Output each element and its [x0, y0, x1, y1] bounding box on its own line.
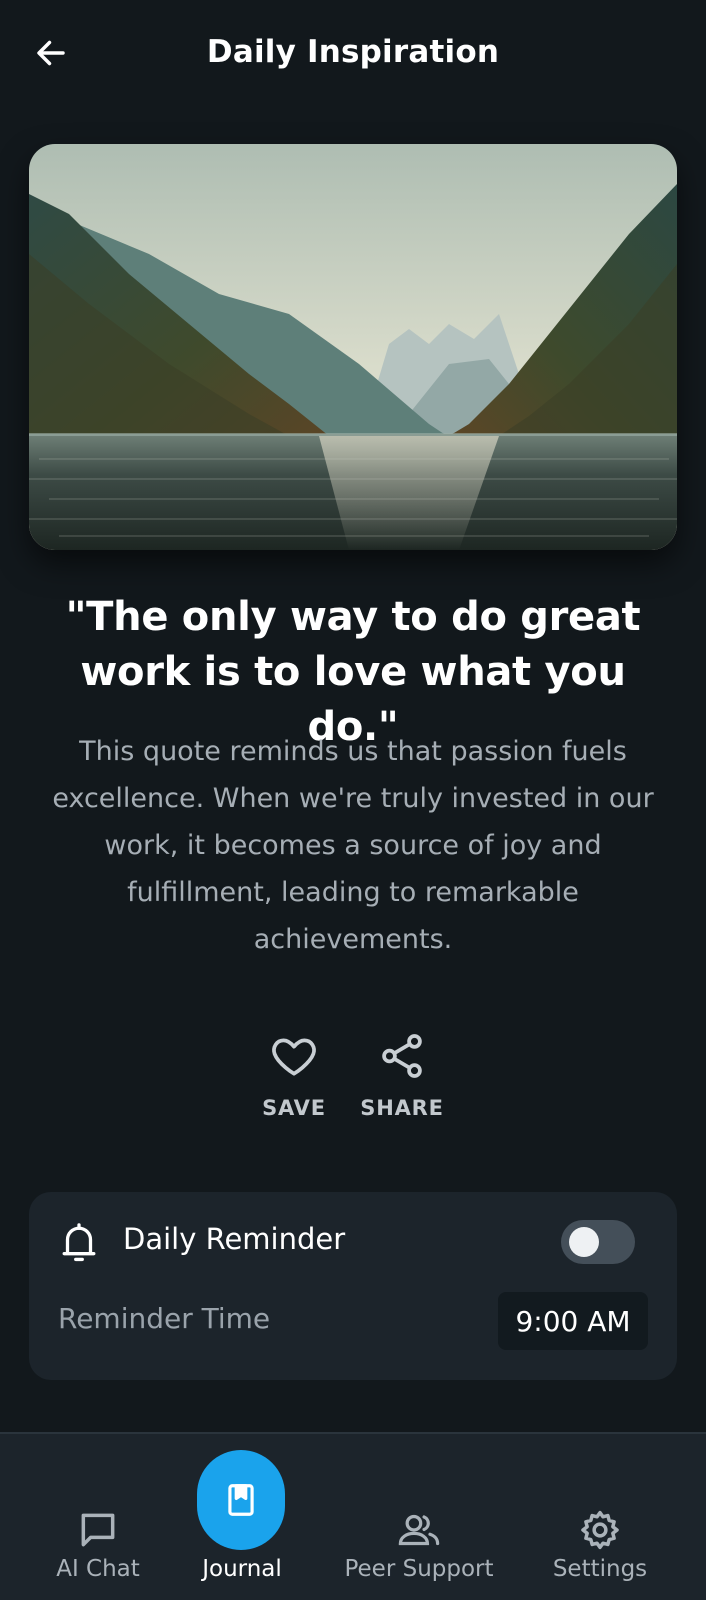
chat-icon	[76, 1508, 120, 1552]
app-header: Daily Inspiration	[0, 0, 706, 110]
share-button[interactable]: SHARE	[347, 1030, 457, 1130]
quote-actions: SAVE SHARE	[0, 1030, 706, 1130]
bell-icon	[59, 1220, 99, 1266]
page-title: Daily Inspiration	[206, 34, 500, 70]
nav-label-settings: Settings	[552, 1556, 648, 1582]
toggle-knob	[569, 1227, 599, 1257]
save-label: SAVE	[262, 1096, 326, 1120]
people-icon	[397, 1508, 441, 1552]
nav-item-ai-chat[interactable]: AI Chat	[38, 1434, 158, 1600]
bottom-navigation: AI Chat Journal Peer Support Settings	[0, 1432, 706, 1600]
reminder-card: Daily Reminder Reminder Time 9:00 AM	[29, 1192, 677, 1380]
nav-item-journal[interactable]: Journal	[180, 1434, 304, 1600]
reminder-time-label: Reminder Time	[58, 1302, 271, 1335]
reminder-time-button[interactable]: 9:00 AM	[498, 1292, 648, 1350]
active-tab-indicator	[197, 1450, 285, 1550]
nav-item-peer-support[interactable]: Peer Support	[334, 1434, 504, 1600]
nav-item-settings[interactable]: Settings	[540, 1434, 660, 1600]
save-button[interactable]: SAVE	[239, 1030, 349, 1130]
journal-icon	[228, 1484, 254, 1516]
share-label: SHARE	[360, 1096, 444, 1120]
mountain-lake-illustration	[29, 144, 677, 550]
daily-reminder-label: Daily Reminder	[123, 1222, 346, 1256]
nav-label-ai-chat: AI Chat	[56, 1556, 140, 1582]
daily-inspiration-screen: Daily Inspiration "The only way to do gr…	[0, 0, 706, 1600]
heart-icon	[268, 1030, 320, 1082]
share-icon	[376, 1030, 428, 1082]
daily-reminder-toggle[interactable]	[561, 1220, 635, 1264]
gear-icon	[578, 1508, 622, 1552]
quote-description: This quote reminds us that passion fuels…	[52, 736, 654, 955]
nav-label-peer-support: Peer Support	[344, 1556, 494, 1582]
hero-image	[29, 144, 677, 550]
nav-label-journal: Journal	[202, 1556, 282, 1582]
